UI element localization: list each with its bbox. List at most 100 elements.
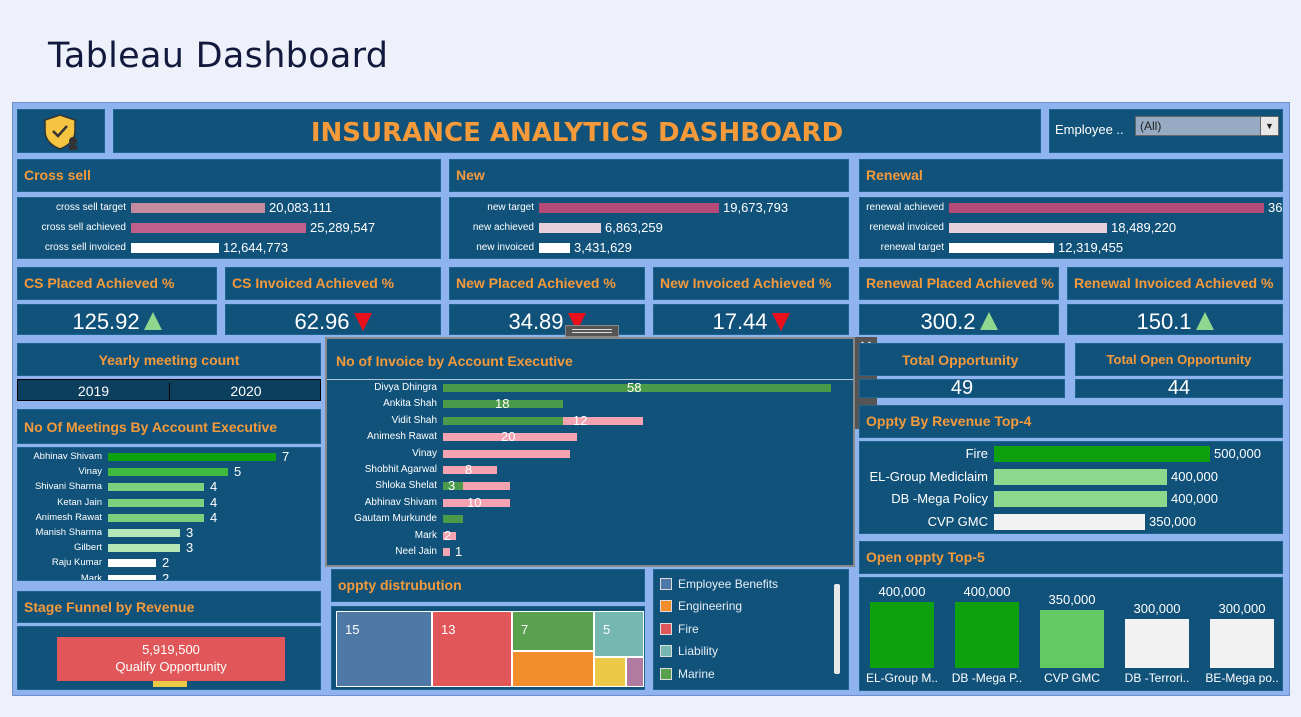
bar[interactable]	[131, 243, 219, 253]
meeting-bar[interactable]	[108, 529, 180, 537]
bar-value: 20,083,111	[269, 200, 333, 215]
kpi-title: CS Invoiced Achieved %	[232, 275, 395, 291]
bar[interactable]	[949, 203, 1264, 213]
revenue-bar[interactable]	[994, 513, 1145, 530]
column-bar[interactable]	[870, 602, 934, 668]
kpi-cs-placed-header: CS Placed Achieved %	[17, 267, 217, 300]
meeting-bar[interactable]	[108, 483, 204, 492]
bar-label: renewal achieved	[866, 202, 944, 213]
renewal-title: Renewal	[866, 167, 923, 183]
meetings-header: No Of Meetings By Account Executive	[17, 409, 321, 444]
bar[interactable]	[539, 223, 601, 233]
bar-value: 12,644,773	[223, 240, 289, 255]
revenue-bar[interactable]	[994, 491, 1167, 507]
meetings-chart: Abhinav Shivam 7 Vinay 5 Shivani Sharma 4 Keta…	[17, 447, 321, 581]
legend-swatch	[660, 600, 672, 613]
legend-label: Marine	[678, 666, 715, 681]
treemap-cell[interactable]: 5	[594, 611, 644, 657]
bar[interactable]	[949, 223, 1107, 233]
bar[interactable]	[539, 243, 570, 253]
kpi-title: Renewal Placed Achieved %	[866, 275, 1054, 291]
revenue-bar[interactable]	[994, 468, 1167, 485]
oppty-revenue-chart: Fire 500,000 EL-Group Mediclaim 400,000 DB -…	[859, 441, 1283, 534]
treemap-cell[interactable]	[594, 657, 626, 687]
kpi-value: 150.1	[1136, 309, 1192, 334]
invoice-bar-pink[interactable]	[463, 482, 510, 491]
legend-item[interactable]: Miscell...	[660, 688, 725, 690]
bar[interactable]	[949, 243, 1054, 253]
invoice-bar-green[interactable]	[443, 416, 563, 425]
bar-label: cross sell invoiced	[44, 242, 126, 253]
kpi-value: 62.96	[294, 309, 350, 334]
meeting-bar[interactable]	[108, 453, 276, 461]
meeting-label: Mark	[80, 572, 102, 581]
column-bar[interactable]	[1040, 610, 1104, 668]
meeting-bar[interactable]	[108, 559, 156, 568]
invoice-label: Ankita Shah	[383, 398, 437, 410]
dashboard-title: INSURANCE ANALYTICS DASHBOARD	[310, 118, 844, 148]
legend-item[interactable]: Engineering	[660, 598, 742, 614]
legend-label: Miscell...	[678, 689, 725, 690]
meeting-value: 4	[210, 479, 218, 495]
meeting-bar[interactable]	[108, 468, 228, 477]
column-bar[interactable]	[1125, 619, 1189, 668]
renewal-header: Renewal	[859, 159, 1283, 192]
kpi-renewal-placed-header: Renewal Placed Achieved %	[859, 267, 1059, 300]
legend-label: Fire	[678, 621, 699, 636]
treemap-cell[interactable]: 13	[432, 611, 512, 687]
total-open-opportunity-title: Total Open Opportunity	[1106, 352, 1252, 367]
invoice-bar-green[interactable]	[443, 515, 463, 524]
legend-item[interactable]: Fire	[660, 621, 699, 637]
legend-item[interactable]: Liability	[660, 643, 718, 659]
drag-handle[interactable]	[565, 325, 619, 337]
invoice-label: Gautam Murkunde	[354, 513, 437, 525]
cross-sell-title: Cross sell	[24, 167, 91, 183]
treemap-cell[interactable]: 7	[512, 611, 594, 651]
column-bar[interactable]	[1210, 619, 1274, 668]
bar-label: new invoiced	[476, 242, 534, 253]
chevron-down-icon[interactable]: ▼	[1260, 117, 1278, 135]
kpi-new-invoiced: 17.44	[653, 304, 849, 335]
treemap: 15 13 7 5	[331, 606, 645, 690]
filter-tile: Employee .. (All) ▼	[1049, 109, 1283, 153]
column-bar[interactable]	[955, 602, 1019, 668]
column-label: BE-Mega po..	[1205, 671, 1279, 685]
kpi-value: 34.89	[508, 309, 564, 334]
year-2019[interactable]: 2019	[18, 383, 170, 400]
bar[interactable]	[131, 223, 306, 233]
treemap-cell[interactable]: 15	[336, 611, 432, 687]
meeting-bar[interactable]	[108, 513, 204, 522]
meeting-bar[interactable]	[108, 574, 156, 580]
oppty-distribution-title: oppty distrubution	[338, 577, 462, 593]
stage-funnel-title: Stage Funnel by Revenue	[24, 599, 195, 615]
invoice-bar-pink[interactable]	[443, 449, 570, 458]
employee-filter-dropdown[interactable]: (All) ▼	[1135, 116, 1279, 136]
meeting-value: 4	[210, 494, 218, 510]
meeting-value: 3	[186, 525, 194, 540]
funnel-bar[interactable]: 5,919,500 Qualify Opportunity	[57, 637, 285, 681]
bar[interactable]	[131, 203, 265, 213]
legend-swatch	[660, 622, 672, 635]
meeting-bar[interactable]	[108, 498, 204, 507]
legend-scrollbar[interactable]	[834, 584, 840, 674]
kpi-title: New Placed Achieved %	[456, 275, 616, 291]
invoice-label: Shobhit Agarwal	[364, 464, 437, 475]
treemap-cell[interactable]	[626, 657, 644, 687]
treemap-cell[interactable]	[512, 651, 594, 687]
kpi-renewal-placed: 300.2	[859, 304, 1059, 335]
invoice-bar-pink[interactable]	[443, 548, 450, 556]
bar-value: 36,978,439	[1268, 200, 1283, 215]
column-value: 350,000	[1048, 592, 1096, 607]
dashboard: INSURANCE ANALYTICS DASHBOARD Employee .…	[12, 102, 1290, 696]
legend-item[interactable]: Marine	[660, 666, 715, 682]
funnel-bar-small[interactable]	[153, 681, 187, 687]
bar-value: 18,489,220	[1111, 220, 1177, 235]
legend-item[interactable]: Employee Benefits	[660, 576, 778, 592]
revenue-bar[interactable]	[994, 446, 1210, 462]
meeting-bar[interactable]	[108, 544, 180, 553]
oppty-revenue-header: Oppty By Revenue Top-4	[859, 405, 1283, 438]
year-2020[interactable]: 2020	[170, 383, 320, 399]
bar[interactable]	[539, 203, 719, 213]
oppty-distribution-header: oppty distrubution	[331, 569, 645, 602]
bar-value: 3,431,629	[574, 240, 632, 255]
